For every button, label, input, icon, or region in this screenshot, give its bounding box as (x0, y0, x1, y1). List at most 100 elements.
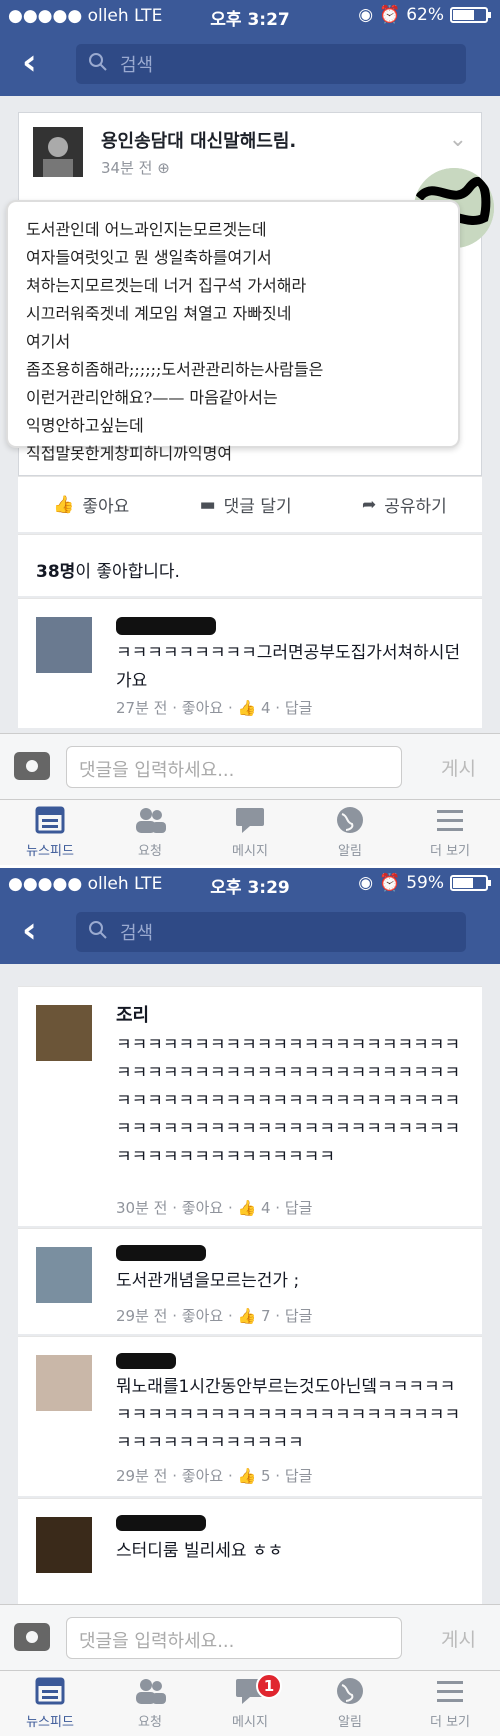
post-line: 쳐하는지모르겟는데 너거 집구석 가서해라 (26, 276, 307, 295)
commenter-name[interactable]: 조리 (116, 1001, 149, 1029)
chevron-down-icon[interactable]: ⌄ (449, 127, 467, 152)
search-input[interactable]: 검색 (76, 912, 466, 952)
comment-item: 도서관개념을모르는건가 ; 29분 전 · 좋아요 · 👍 7 · 답글 (18, 1228, 482, 1334)
globe-icon: ⊕ (157, 159, 170, 177)
post-actions: 👍 좋아요 ▬ 댓글 달기 ➦ 공유하기 (18, 476, 482, 532)
commenter-avatar[interactable] (36, 1355, 92, 1411)
messages-icon (234, 806, 266, 834)
speech-bubble-icon: ▬ (199, 494, 216, 515)
post-time: 34분 전 ⊕ (101, 159, 170, 177)
comment-text: 스터디룸 빌리세요 ㅎㅎ (116, 1541, 284, 1561)
comment-meta: 27분 전 · 좋아요 · 👍 4 · 답글 (116, 699, 313, 717)
tab-news-feed[interactable]: 뉴스피드 (0, 800, 100, 865)
commenter-avatar[interactable] (36, 1005, 92, 1061)
globe-notifications-icon (334, 806, 366, 834)
thumbs-up-icon: 👍 (237, 699, 257, 717)
post-comment-button[interactable]: 게시 (441, 1625, 476, 1652)
comment-meta: 29분 전 · 좋아요 · 👍 5 · 답글 (116, 1467, 313, 1485)
thumbs-up-icon: 👍 (237, 1307, 257, 1325)
comment-item: ㅋㅋㅋㅋㅋㅋㅋㅋㅋ그러면공부도집가서쳐하시던가요 27분 전 · 좋아요 · 👍… (18, 598, 482, 728)
friend-requests-icon (134, 1677, 166, 1705)
status-bar: ●●●●● olleh LTE 오후 3:27 ◉ ⏰ 62% (0, 0, 500, 34)
comment-meta: 30분 전 · 좋아요 · 👍 4 · 답글 (116, 1199, 313, 1217)
comment-item: 뭐노래를1시간동안부르는것도아닌뎈ㅋㅋㅋㅋㅋㅋㅋㅋㅋㅋㅋㅋㅋㅋㅋㅋㅋㅋㅋㅋㅋㅋㅋ… (18, 1336, 482, 1496)
post-line: 도서관인데 어느과인지는모르겟는데 (26, 220, 267, 239)
globe-notifications-icon (334, 1677, 366, 1705)
tab-bar: 뉴스피드 요청 1 메시지 알림 더 보기 (0, 1670, 500, 1736)
more-menu-icon (434, 806, 466, 834)
comment-like-link[interactable]: 좋아요 (182, 1467, 223, 1485)
commenter-avatar[interactable] (36, 1517, 92, 1573)
comment-like-link[interactable]: 좋아요 (182, 699, 223, 717)
comment-button[interactable]: ▬ 댓글 달기 (199, 492, 292, 518)
lock-rotation-icon: ◉ (358, 873, 374, 893)
screen-2: ●●●●● olleh LTE 오후 3:29 ◉ ⏰ 59% ‹ 검색 조리 … (0, 868, 500, 1736)
comment-text: ㅋㅋㅋㅋㅋㅋㅋㅋㅋ그러면공부도집가서쳐하시던가요 (116, 643, 461, 691)
reply-link[interactable]: 답글 (285, 1307, 313, 1325)
search-icon (88, 920, 114, 945)
reply-link[interactable]: 답글 (285, 1467, 313, 1485)
alarm-icon: ⏰ (379, 873, 401, 893)
thumbs-up-icon: 👍 (53, 494, 75, 515)
lock-rotation-icon: ◉ (358, 5, 374, 25)
tab-notifications[interactable]: 알림 (300, 800, 400, 865)
tab-label: 메시지 (232, 1715, 268, 1730)
tab-label: 더 보기 (429, 844, 470, 859)
back-arrow-icon[interactable]: ‹ (22, 45, 52, 82)
comment-input[interactable]: 댓글을 입력하세요... (66, 746, 402, 788)
camera-icon[interactable] (14, 752, 50, 780)
friend-requests-icon (134, 806, 166, 834)
search-input[interactable]: 검색 (76, 44, 466, 84)
tab-label: 요청 (138, 1715, 162, 1730)
more-menu-icon (434, 1677, 466, 1705)
comment-input[interactable]: 댓글을 입력하세요... (66, 1617, 402, 1659)
post-author[interactable]: 용인송담대 대신말해드림. (101, 127, 296, 153)
post-line: 직접말못한게창피하니까익명여 (26, 444, 233, 463)
comment-like-link[interactable]: 좋아요 (182, 1307, 223, 1325)
status-right: ◉ ⏰ 62% (358, 5, 491, 25)
like-button[interactable]: 👍 좋아요 (53, 492, 129, 518)
post-comment-button[interactable]: 게시 (441, 754, 476, 781)
commenter-name-redacted (116, 617, 216, 635)
tab-label: 요청 (138, 844, 162, 859)
tab-label: 뉴스피드 (26, 844, 74, 859)
tab-news-feed[interactable]: 뉴스피드 (0, 1671, 100, 1736)
tab-notifications[interactable]: 알림 (300, 1671, 400, 1736)
reply-link[interactable]: 답글 (285, 699, 313, 717)
commenter-name-redacted (116, 1353, 176, 1369)
tab-more[interactable]: 더 보기 (400, 800, 500, 865)
nav-bar: ‹ 검색 (0, 902, 500, 964)
tab-more[interactable]: 더 보기 (400, 1671, 500, 1736)
comment-like-link[interactable]: 좋아요 (182, 1199, 223, 1217)
post-body: 도서관인데 어느과인지는모르겟는데 여자들여럿잇고 뭔 생일축하를여기서 쳐하는지모… (6, 200, 460, 463)
search-placeholder: 검색 (120, 923, 154, 944)
tab-requests[interactable]: 요청 (100, 1671, 200, 1736)
status-bar: ●●●●● olleh LTE 오후 3:29 ◉ ⏰ 59% (0, 868, 500, 902)
post-line: 여기서 (26, 332, 71, 351)
share-button[interactable]: ➦ 공유하기 (361, 492, 447, 518)
back-arrow-icon[interactable]: ‹ (22, 913, 52, 950)
screen-1: ●●●●● olleh LTE 오후 3:27 ◉ ⏰ 62% ‹ 검색 용인송… (0, 0, 500, 865)
tab-messages[interactable]: 메시지 (200, 800, 300, 865)
tab-label: 뉴스피드 (26, 1715, 74, 1730)
reply-link[interactable]: 답글 (285, 1199, 313, 1217)
alarm-icon: ⏰ (379, 5, 401, 25)
tab-messages[interactable]: 1 메시지 (200, 1671, 300, 1736)
comment-item: 조리 ㅋㅋㅋㅋㅋㅋㅋㅋㅋㅋㅋㅋㅋㅋㅋㅋㅋㅋㅋㅋㅋㅋㅋㅋㅋㅋㅋㅋㅋㅋㅋㅋㅋㅋㅋㅋㅋ… (18, 986, 482, 1226)
status-right: ◉ ⏰ 59% (358, 873, 491, 893)
post-line: 익명안하고싶는데 (26, 416, 144, 435)
tab-requests[interactable]: 요청 (100, 800, 200, 865)
share-arrow-icon: ➦ (361, 494, 377, 515)
search-icon (88, 52, 114, 77)
comment-input-bar: 댓글을 입력하세요... 게시 (0, 1604, 500, 1670)
commenter-avatar[interactable] (36, 617, 92, 673)
post-line: 이런거관리안해요?—— 마음같아서는 (26, 388, 278, 407)
battery-icon (450, 875, 491, 891)
page-avatar[interactable] (33, 127, 83, 177)
camera-icon[interactable] (14, 1623, 50, 1651)
likes-summary[interactable]: 38명이 좋아합니다. (18, 534, 482, 596)
battery-percent: 62% (406, 5, 444, 25)
post-line: 좀조용히좀해라;;;;;;도서관관리하는사람들은 (26, 360, 324, 379)
commenter-avatar[interactable] (36, 1247, 92, 1303)
comment-meta: 29분 전 · 좋아요 · 👍 7 · 답글 (116, 1307, 313, 1325)
